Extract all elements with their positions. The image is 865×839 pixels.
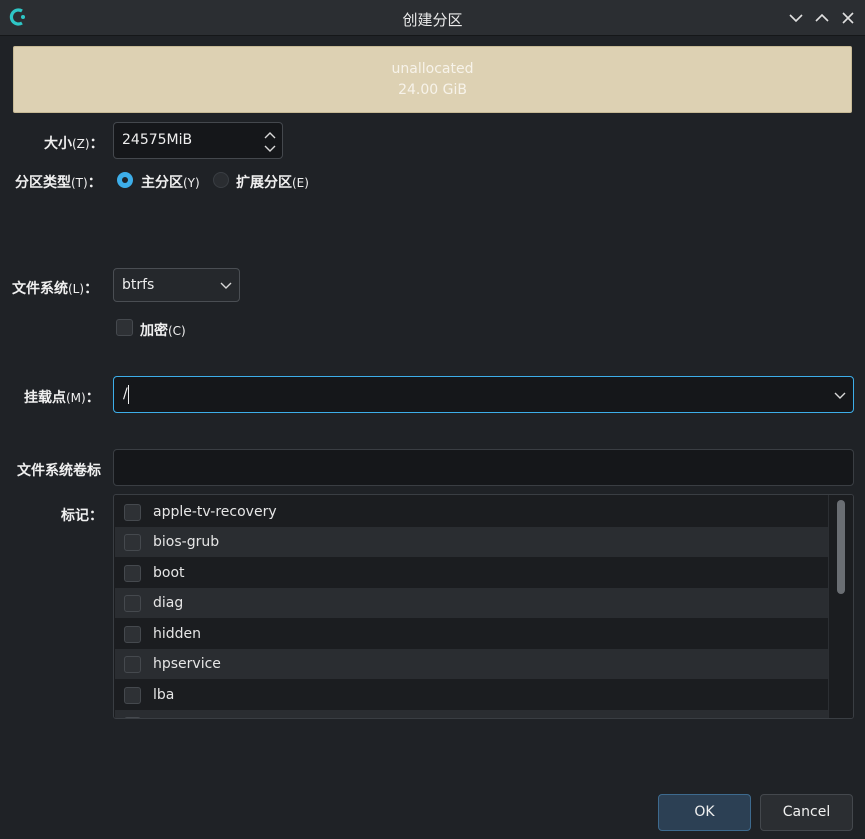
flag-label: apple-tv-recovery xyxy=(153,504,277,520)
primary-text: 主分区 xyxy=(141,175,183,191)
fs-label-label: 文件系统卷标 xyxy=(17,463,101,479)
list-item[interactable]: boot xyxy=(115,558,828,588)
close-button[interactable] xyxy=(837,7,859,29)
cancel-button[interactable]: Cancel xyxy=(760,794,853,831)
flag-label: hpservice xyxy=(153,656,221,672)
flag-label: diag xyxy=(153,595,184,611)
mount-point-combobox[interactable]: / xyxy=(113,376,854,413)
flag-checkbox[interactable] xyxy=(124,656,141,673)
encrypt-hotkey: (C) xyxy=(168,324,186,338)
filesystem-label: 文件系统(L)： xyxy=(12,278,98,298)
mount-point-label-text: 挂载点 xyxy=(24,390,66,406)
flags-label: 标记： xyxy=(61,505,103,525)
flags-colon: ： xyxy=(89,508,103,524)
extended-hotkey: (E) xyxy=(292,176,309,190)
partition-type-label-text: 分区类型 xyxy=(15,175,71,191)
flag-checkbox[interactable] xyxy=(124,717,141,718)
title-bar: 创建分区 xyxy=(0,0,865,36)
list-item[interactable]: hpservice xyxy=(115,649,828,679)
filesystem-dropdown[interactable]: btrfs xyxy=(113,268,240,302)
chevron-down-icon[interactable] xyxy=(834,392,846,400)
radio-extended-label[interactable]: 扩展分区(E) xyxy=(236,172,309,192)
partition-type-hotkey: (T) xyxy=(71,176,88,190)
mount-point-label: 挂载点(M)： xyxy=(24,387,100,407)
partition-preview-bar: unallocated 24.00 GiB xyxy=(13,46,852,113)
flag-label: hidden xyxy=(153,626,202,642)
filesystem-hotkey: (L) xyxy=(68,282,85,296)
spin-arrows-icon[interactable] xyxy=(264,128,276,156)
text-cursor xyxy=(128,385,129,404)
radio-extended[interactable] xyxy=(213,172,229,188)
flag-checkbox[interactable] xyxy=(124,687,141,704)
size-hotkey: (Z) xyxy=(72,137,90,151)
radio-primary-label[interactable]: 主分区(Y) xyxy=(141,172,200,192)
filesystem-value: btrfs xyxy=(122,277,155,293)
size-label: 大小(Z)： xyxy=(44,133,104,153)
size-label-text: 大小 xyxy=(44,136,72,152)
scrollbar-thumb[interactable] xyxy=(837,500,845,594)
encrypt-label[interactable]: 加密(C) xyxy=(140,320,186,340)
flag-checkbox[interactable] xyxy=(124,504,141,521)
list-item[interactable]: lba xyxy=(115,680,828,710)
partition-type-colon: ： xyxy=(87,175,102,191)
extended-text: 扩展分区 xyxy=(236,175,292,191)
flags-list[interactable]: apple-tv-recovery bios-grub boot diag hi… xyxy=(113,494,854,719)
flag-label: lba xyxy=(153,687,175,703)
ok-button[interactable]: OK xyxy=(658,794,751,831)
radio-primary[interactable] xyxy=(117,172,133,188)
size-colon: ： xyxy=(89,136,104,152)
flag-checkbox[interactable] xyxy=(124,534,141,551)
flag-checkbox[interactable] xyxy=(124,626,141,643)
list-item-partial[interactable] xyxy=(115,710,828,718)
filesystem-label-text: 文件系统 xyxy=(12,281,68,297)
maximize-button[interactable] xyxy=(811,7,833,29)
flags-label-text: 标记 xyxy=(61,508,89,524)
flag-label: boot xyxy=(153,565,185,581)
close-icon xyxy=(842,12,854,24)
fs-label-input[interactable] xyxy=(113,449,854,486)
list-item[interactable]: hidden xyxy=(115,619,828,649)
flag-checkbox[interactable] xyxy=(124,565,141,582)
list-item[interactable]: bios-grub xyxy=(115,527,828,557)
list-item[interactable]: apple-tv-recovery xyxy=(115,497,828,527)
mount-point-hotkey: (M) xyxy=(66,391,86,405)
encrypt-text: 加密 xyxy=(140,323,168,339)
window-title: 创建分区 xyxy=(402,11,463,29)
partition-type-label: 分区类型(T)： xyxy=(15,172,102,192)
mount-point-colon: ： xyxy=(85,390,100,406)
primary-hotkey: (Y) xyxy=(183,176,200,190)
partition-name: unallocated xyxy=(391,61,474,77)
encrypt-checkbox[interactable] xyxy=(116,319,133,336)
size-value: 24575MiB xyxy=(122,132,193,148)
chevron-down-icon xyxy=(220,282,232,289)
minimize-icon xyxy=(789,14,803,23)
scrollbar[interactable] xyxy=(828,495,853,718)
size-spinbox[interactable]: 24575MiB xyxy=(113,122,283,159)
list-item[interactable]: diag xyxy=(115,588,828,618)
flag-label: bios-grub xyxy=(153,534,220,550)
mount-point-value[interactable]: / xyxy=(123,386,128,402)
flag-checkbox[interactable] xyxy=(124,595,141,612)
maximize-icon xyxy=(815,13,829,22)
minimize-button[interactable] xyxy=(785,7,807,29)
partition-size: 24.00 GiB xyxy=(398,82,467,98)
filesystem-colon: ： xyxy=(84,281,99,297)
